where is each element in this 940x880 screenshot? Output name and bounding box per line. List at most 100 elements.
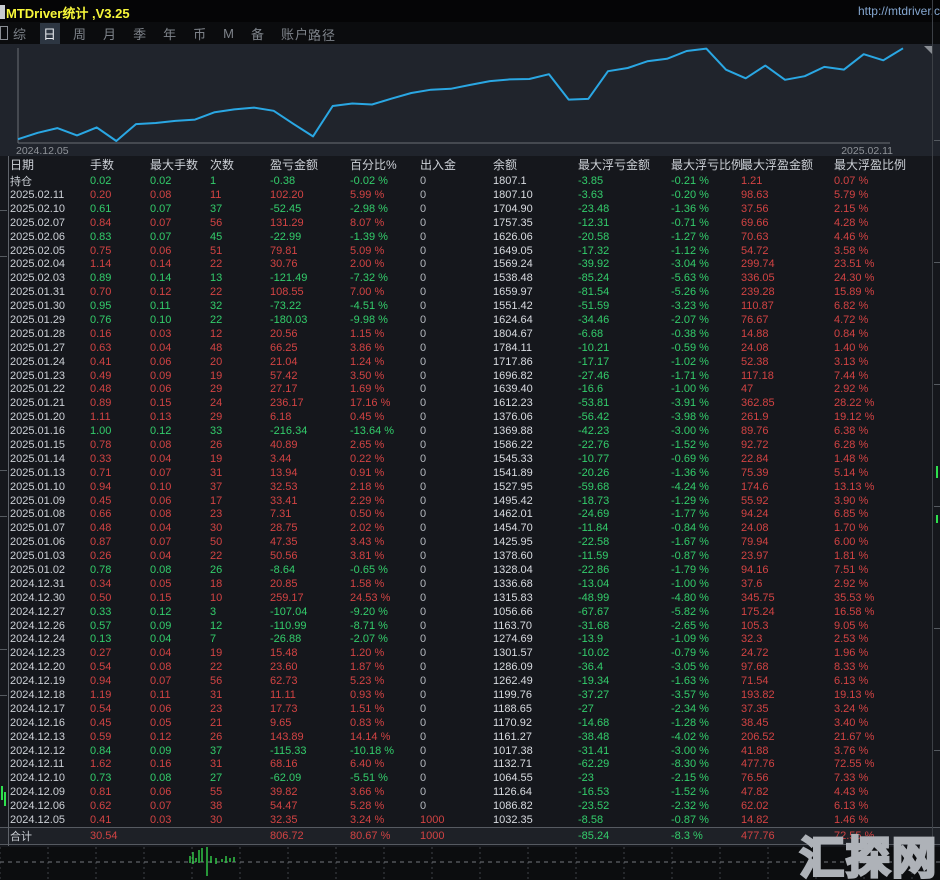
table-row[interactable]: 2024.12.31 0.34 0.05 18 20.85 1.58 % 0 1336.68 -… <box>0 577 940 591</box>
table-row[interactable]: 2024.12.24 0.13 0.04 7 -26.88 -2.07 % 0 1274.69… <box>0 633 940 647</box>
table-row[interactable]: 2024.12.12 0.84 0.09 37 -115.33 -10.18 % 0 1017… <box>0 744 940 758</box>
row20-cell-2: 0.07 <box>150 466 172 479</box>
row30-cell-11: 16.58 % <box>834 605 875 618</box>
table-row[interactable]: 2024.12.19 0.94 0.07 56 62.73 5.23 % 0 1262.49 -… <box>0 674 940 688</box>
table-row[interactable]: 2025.01.15 0.78 0.08 26 40.89 2.65 % 0 1586.22 -… <box>0 438 940 452</box>
row0-cell-6: 0 <box>420 188 427 201</box>
table-row[interactable]: 2024.12.30 0.50 0.15 10 259.17 24.53 % 0 1315.8… <box>0 591 940 605</box>
row6-cell-8: -85.24 <box>578 272 610 285</box>
table-row[interactable]: 2025.01.23 0.49 0.09 19 57.42 3.50 % 0 1696.82 -… <box>0 369 940 383</box>
table-row[interactable]: 2024.12.27 0.33 0.12 3 -107.04 -9.20 % 0 1056.6… <box>0 605 940 619</box>
menu-item-7[interactable]: M <box>220 25 238 42</box>
menu-item-9[interactable]: 账户 <box>278 23 312 44</box>
menu-item-4[interactable]: 季 <box>130 23 150 44</box>
row10-cell-9: -0.38 % <box>671 327 709 340</box>
row2-cell-0: 2025.02.07 <box>10 216 66 229</box>
table-row[interactable]: 2025.01.13 0.71 0.07 31 13.94 0.91 % 0 1541.89 -… <box>0 466 940 480</box>
menu-item-5[interactable]: 年 <box>160 23 180 44</box>
row40-cell-4: -115.33 <box>270 744 307 757</box>
menu-item-6[interactable]: 币 <box>190 23 210 44</box>
menu-item-2[interactable]: 周 <box>70 23 90 44</box>
vendor-url-link[interactable]: http://mtdriver.c <box>858 4 940 18</box>
table-row[interactable]: 2025.02.04 1.14 0.14 22 30.76 2.00 % 0 1569.24 -… <box>0 257 940 271</box>
table-row[interactable]: 2025.01.29 0.76 0.10 22 -180.03 -9.98 % 0 1624.… <box>0 313 940 327</box>
table-row[interactable]: 2024.12.05 0.41 0.03 30 32.35 3.24 % 1000 1032.… <box>0 813 940 827</box>
table-row[interactable]: 2025.01.10 0.94 0.10 37 32.53 2.18 % 0 1527.95 -… <box>0 480 940 494</box>
row12-cell-9: -1.02 % <box>671 355 709 368</box>
table-row[interactable]: 2025.02.10 0.61 0.07 37 -52.45 -2.98 % 0 1704.9… <box>0 202 940 216</box>
equity-curve-chart[interactable]: 2024.12.05 2025.02.11 <box>0 44 940 156</box>
row30-cell-4: -107.04 <box>270 605 308 618</box>
row23-cell-7: 1462.01 <box>493 508 533 521</box>
row20-cell-3: 31 <box>210 466 223 479</box>
table-row[interactable]: 2024.12.23 0.27 0.04 19 15.48 1.20 % 0 1301.57 -… <box>0 646 940 660</box>
table-row[interactable]: 2025.01.21 0.89 0.15 24 236.17 17.16 % 0 1612.2… <box>0 396 940 410</box>
row45-cell-6: 1000 <box>420 814 445 827</box>
menu-item-path[interactable]: 路径 <box>308 25 336 44</box>
table-row[interactable]: 2024.12.18 1.19 0.11 31 11.11 0.93 % 0 1199.76 -… <box>0 688 940 702</box>
row44-cell-10: 62.02 <box>741 800 769 813</box>
row12-cell-4: 21.04 <box>270 355 298 368</box>
row41-cell-2: 0.16 <box>150 758 172 771</box>
table-row[interactable]: 2024.12.10 0.73 0.08 27 -62.09 -5.51 % 0 1064.5… <box>0 771 940 785</box>
table-row[interactable]: 2024.12.17 0.54 0.06 23 17.73 1.51 % 0 1188.65 -… <box>0 702 940 716</box>
open-position-row[interactable]: 持仓 0.02 0.02 1 -0.38 -0.02 % 0 1807.1 -3.85 -0.21… <box>0 173 940 188</box>
table-row[interactable]: 2024.12.11 1.62 0.16 31 68.16 6.40 % 0 1132.71 -… <box>0 758 940 772</box>
table-row[interactable]: 2025.01.07 0.48 0.04 30 28.75 2.02 % 0 1454.70 -… <box>0 521 940 535</box>
table-row[interactable]: 2025.01.03 0.26 0.04 22 50.56 3.81 % 0 1378.60 -… <box>0 549 940 563</box>
scroll-to-end-icon[interactable] <box>924 46 932 54</box>
row36-cell-9: -3.57 % <box>671 689 709 701</box>
row37-cell-5: 1.51 % <box>350 702 385 715</box>
menu-item-1[interactable]: 日 <box>40 22 61 44</box>
row33-cell-1: 0.27 <box>90 647 112 660</box>
row44-cell-4: 54.47 <box>270 800 298 813</box>
table-row[interactable]: 2025.01.16 1.00 0.12 33 -216.34 -13.64 % 0 1369… <box>0 424 940 438</box>
table-row[interactable]: 2025.02.03 0.89 0.14 13 -121.49 -7.32 % 0 1538.… <box>0 271 940 285</box>
table-row[interactable]: 2025.01.31 0.70 0.12 22 108.55 7.00 % 0 1659.97… <box>0 285 940 299</box>
row34-cell-11: 8.33 % <box>834 661 869 674</box>
row12-cell-3: 20 <box>210 355 223 368</box>
row4-cell-11: 3.58 % <box>834 244 869 257</box>
row24-cell-9: -0.84 % <box>671 522 709 535</box>
row38-cell-8: -14.68 <box>578 716 610 729</box>
row16-cell-2: 0.13 <box>150 411 172 424</box>
menu-item-0[interactable]: 综 <box>10 23 30 44</box>
table-row[interactable]: 2025.02.07 0.84 0.07 56 131.29 8.07 % 0 1757.35… <box>0 216 940 230</box>
menu-item-8[interactable]: 备 <box>248 23 268 44</box>
table-row[interactable]: 2024.12.26 0.57 0.09 12 -110.99 -8.71 % 0 1163.… <box>0 619 940 633</box>
row39-cell-10: 206.52 <box>741 730 775 743</box>
table-row[interactable]: 2025.01.30 0.95 0.11 32 -73.22 -4.51 % 0 1551.4… <box>0 299 940 313</box>
row8-cell-5: -4.51 % <box>350 300 388 313</box>
pos-cell-4: -0.38 <box>270 175 296 187</box>
menu-item-3[interactable]: 月 <box>100 23 120 44</box>
table-row[interactable]: 2025.01.20 1.11 0.13 29 6.18 0.45 % 0 1376.06 -5… <box>0 410 940 424</box>
table-row[interactable]: 2024.12.06 0.62 0.07 38 54.47 5.28 % 0 1086.82 -… <box>0 799 940 813</box>
row28-cell-5: 1.58 % <box>350 577 385 590</box>
row17-cell-5: -13.64 % <box>350 425 395 438</box>
table-row[interactable]: 2025.02.05 0.75 0.06 51 79.81 5.09 % 0 1649.05 -… <box>0 244 940 258</box>
row34-cell-8: -36.4 <box>578 661 604 674</box>
table-row[interactable]: 2025.02.11 0.20 0.08 11 102.20 5.99 % 0 1807.10… <box>0 188 940 202</box>
row36-cell-6: 0 <box>420 689 427 701</box>
table-row[interactable]: 2024.12.13 0.59 0.12 26 143.89 14.14 % 0 1161.2… <box>0 730 940 744</box>
table-row[interactable]: 2025.01.08 0.66 0.08 23 7.31 0.50 % 0 1462.01 -2… <box>0 507 940 521</box>
table-row[interactable]: 2024.12.09 0.81 0.06 55 39.82 3.66 % 0 1126.64 -… <box>0 785 940 799</box>
table-row[interactable]: 2025.01.22 0.48 0.06 29 27.17 1.69 % 0 1639.40 -… <box>0 382 940 396</box>
table-row[interactable]: 2025.01.06 0.87 0.07 50 47.35 3.43 % 0 1425.95 -… <box>0 535 940 549</box>
row35-cell-0: 2024.12.19 <box>10 675 66 688</box>
row8-cell-4: -73.22 <box>270 300 302 313</box>
table-row[interactable]: 2025.01.28 0.16 0.03 12 20.56 1.15 % 0 1804.67 -… <box>0 327 940 341</box>
row18-cell-8: -22.76 <box>578 438 610 451</box>
edge-signal-mark <box>936 466 938 478</box>
row38-cell-6: 0 <box>420 716 427 729</box>
table-row[interactable]: 2025.01.02 0.78 0.08 26 -8.64 -0.65 % 0 1328.04… <box>0 563 940 577</box>
row27-cell-5: -0.65 % <box>350 563 388 576</box>
row41-cell-11: 72.55 % <box>834 758 875 771</box>
table-row[interactable]: 2025.01.09 0.45 0.06 17 33.41 2.29 % 0 1495.42 -… <box>0 494 940 508</box>
table-row[interactable]: 2025.02.06 0.83 0.07 45 -22.99 -1.39 % 0 1626.0… <box>0 230 940 244</box>
table-row[interactable]: 2024.12.20 0.54 0.08 22 23.60 1.87 % 0 1286.09 -… <box>0 660 940 674</box>
table-row[interactable]: 2024.12.16 0.45 0.05 21 9.65 0.83 % 0 1170.92 -1… <box>0 716 940 730</box>
table-row[interactable]: 2025.01.27 0.63 0.04 48 66.25 3.86 % 0 1784.11 -… <box>0 341 940 355</box>
table-row[interactable]: 2025.01.24 0.41 0.06 20 21.04 1.24 % 0 1717.86 -… <box>0 355 940 369</box>
table-row[interactable]: 2025.01.14 0.33 0.04 19 3.44 0.22 % 0 1545.33 -1… <box>0 452 940 466</box>
